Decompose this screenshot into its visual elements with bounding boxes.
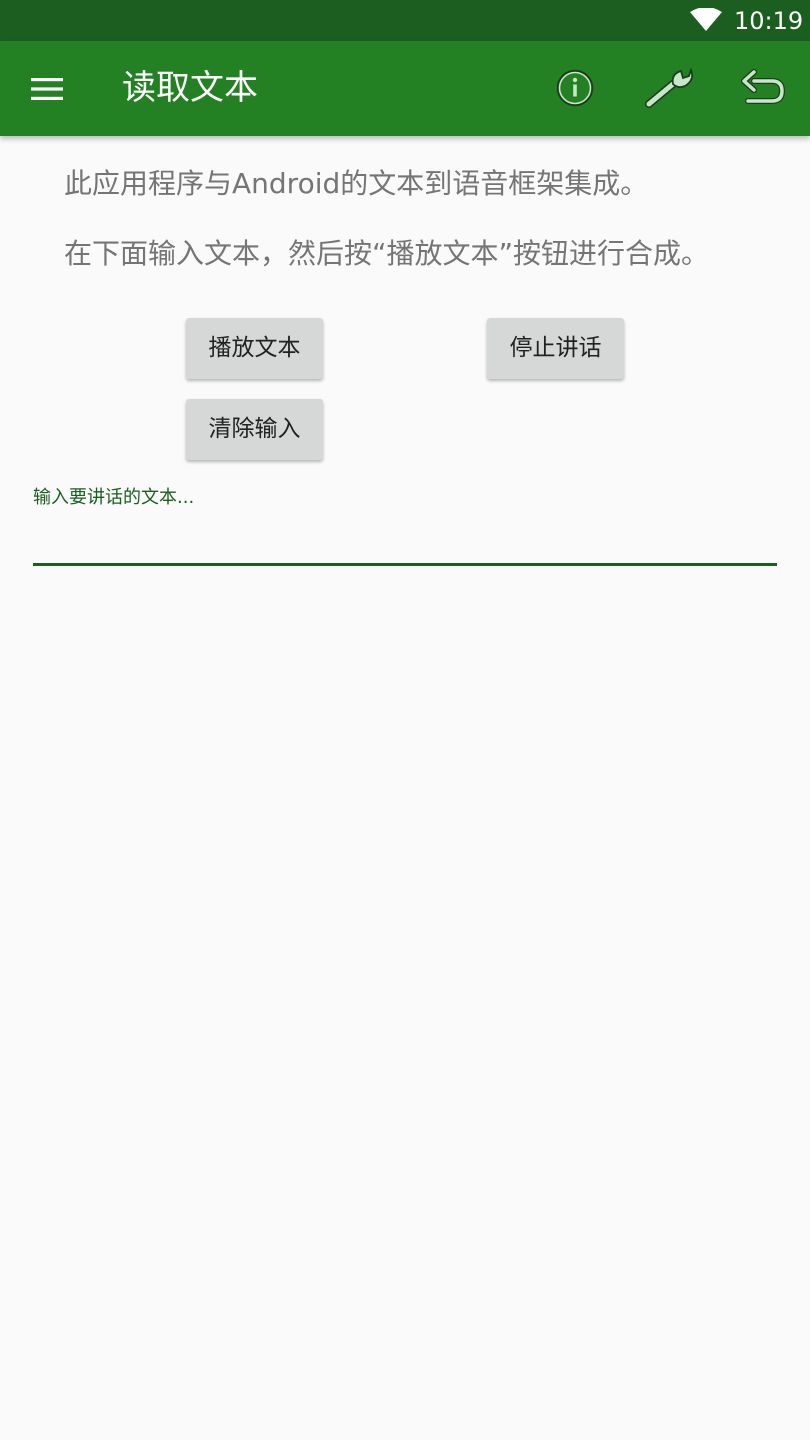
status-bar: 10:19 <box>0 0 810 41</box>
info-icon[interactable] <box>553 66 597 110</box>
undo-icon[interactable] <box>740 67 786 111</box>
status-time: 10:19 <box>734 7 804 35</box>
app-title: 读取文本 <box>122 68 258 108</box>
app-bar: 读取文本 <box>0 41 810 136</box>
intro-text-2: 在下面输入文本，然后按“播放文本”按钮进行合成。 <box>64 237 710 270</box>
wrench-icon[interactable] <box>643 66 697 110</box>
text-input[interactable] <box>33 514 777 566</box>
clear-input-button[interactable]: 清除输入 <box>186 399 323 460</box>
intro-text-1: 此应用程序与Android的文本到语音框架集成。 <box>64 167 649 200</box>
wifi-icon <box>690 8 722 31</box>
text-input-label: 输入要讲话的文本... <box>33 487 195 508</box>
play-text-button[interactable]: 播放文本 <box>186 318 323 379</box>
stop-speaking-button[interactable]: 停止讲话 <box>487 318 624 379</box>
menu-icon[interactable] <box>24 69 70 109</box>
